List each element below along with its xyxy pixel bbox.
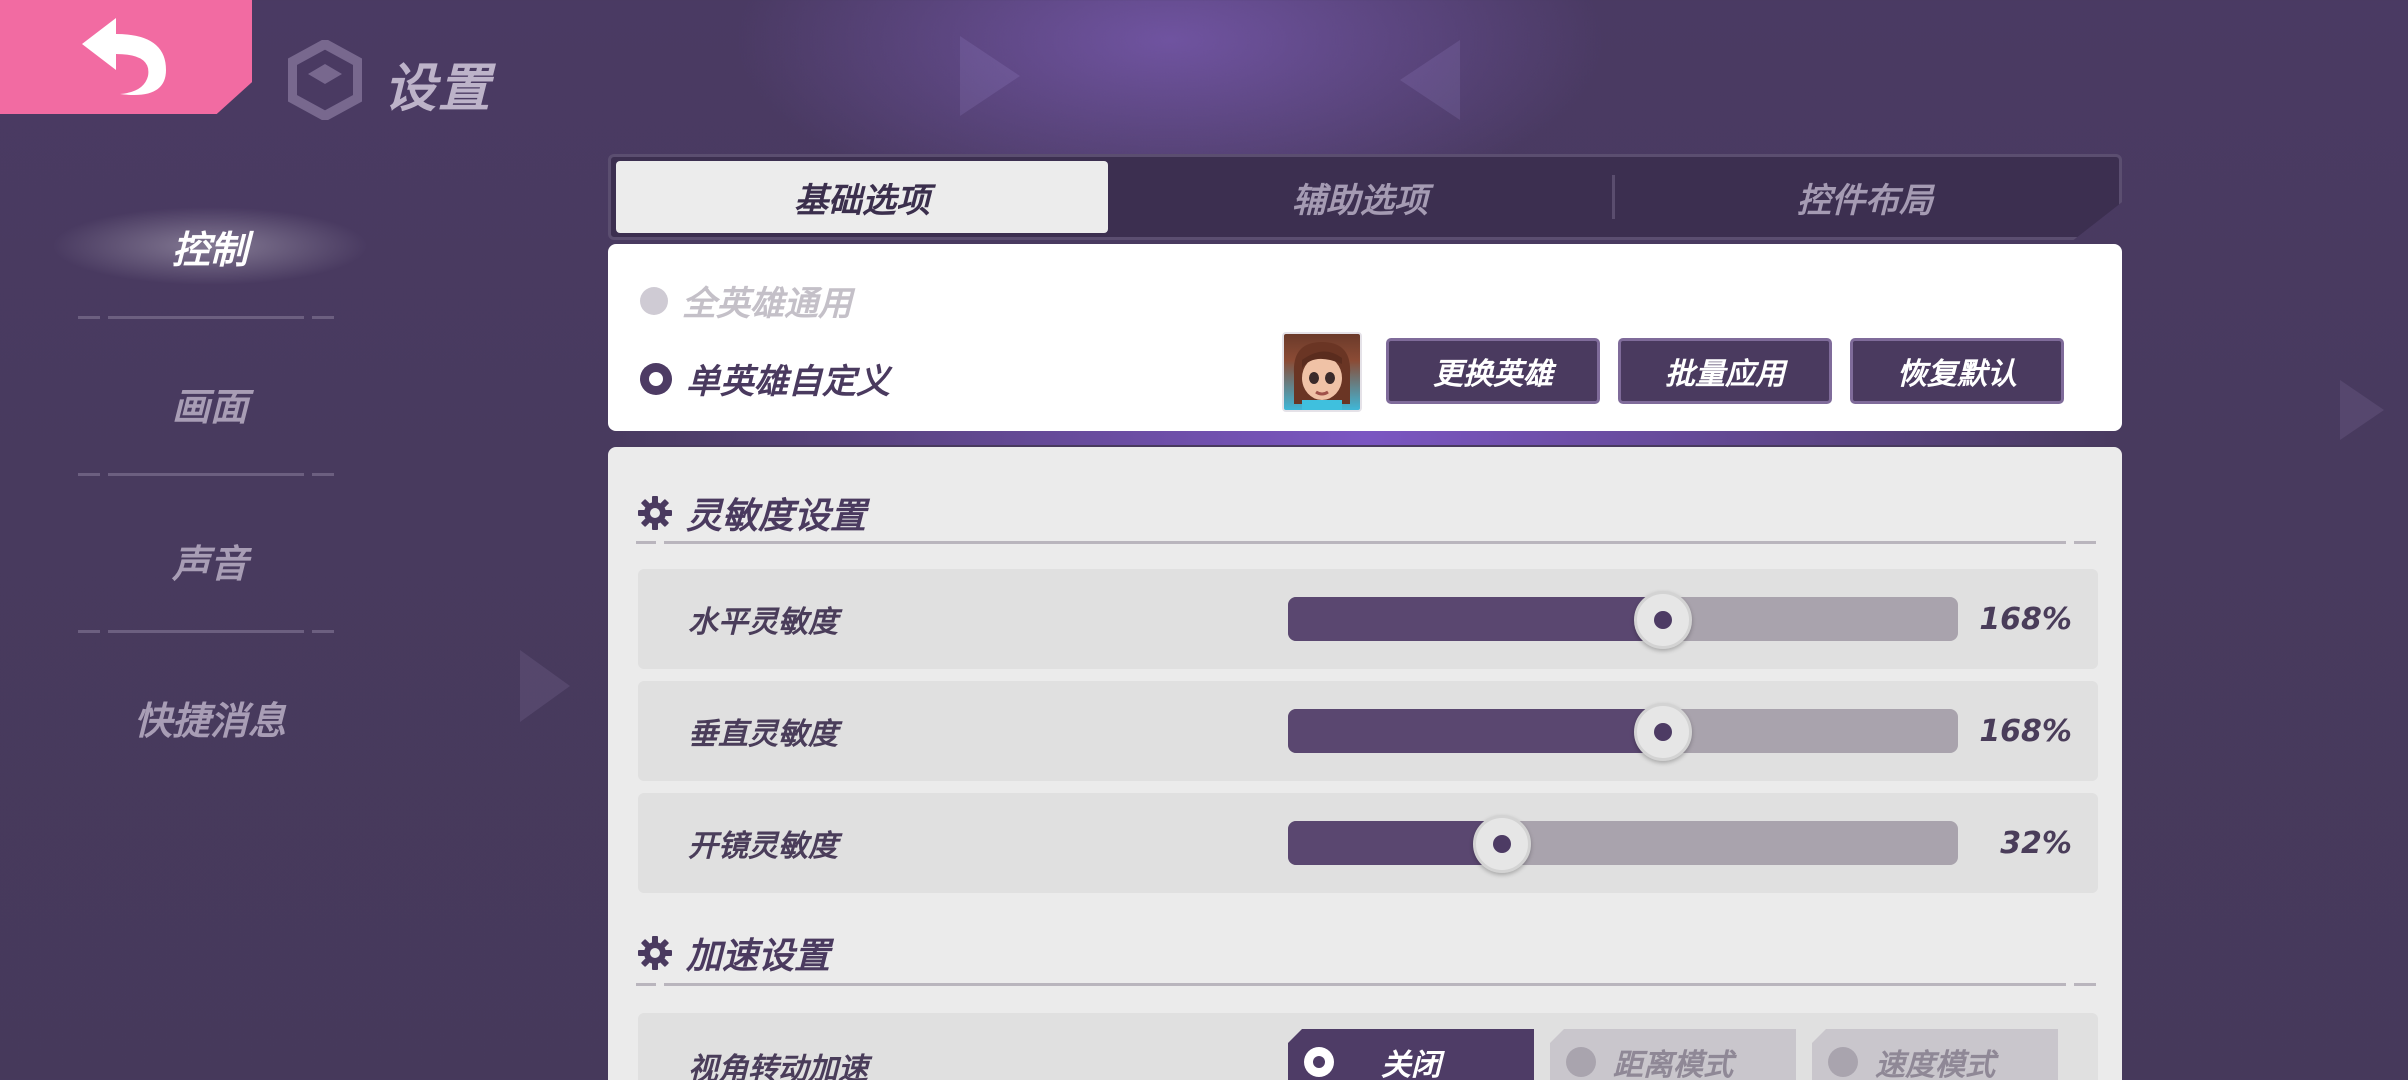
hero-config-card: 全英雄通用 单英雄自定义 更换英雄 批量应用 恢复默认 xyxy=(608,244,2122,431)
hero-avatar[interactable] xyxy=(1282,332,1362,412)
slider-label: 垂直灵敏度 xyxy=(688,717,838,752)
logo-icon xyxy=(288,40,362,120)
tab-assist[interactable]: 辅助选项 xyxy=(1108,161,1612,233)
radio-off-icon xyxy=(640,286,668,315)
section-divider xyxy=(636,541,2096,544)
scope-sensitivity-slider[interactable] xyxy=(1288,815,1958,873)
vertical-sensitivity-slider[interactable] xyxy=(1288,703,1958,761)
slider-row-horizontal: 水平灵敏度 168% xyxy=(638,569,2098,669)
slider-row-vertical: 垂直灵敏度 168% xyxy=(638,681,2098,781)
slider-handle[interactable] xyxy=(1634,703,1693,761)
gear-icon xyxy=(638,496,672,530)
section-divider xyxy=(636,983,2096,986)
restore-default-button[interactable]: 恢复默认 xyxy=(1850,338,2064,404)
acceleration-section-title: 加速设置 xyxy=(638,927,830,979)
settings-nav: 控制 画面 声音 快捷消息 xyxy=(0,168,420,796)
hero-portrait-icon xyxy=(1293,342,1351,410)
nav-divider xyxy=(78,473,334,476)
tab-layout[interactable]: 控件布局 xyxy=(1615,161,2115,233)
accent-strip xyxy=(608,431,2122,445)
slider-label: 开镜灵敏度 xyxy=(688,829,838,864)
page-title: 设置 xyxy=(384,59,493,119)
batch-apply-button[interactable]: 批量应用 xyxy=(1618,338,1832,404)
nav-item-quick-message[interactable]: 快捷消息 xyxy=(0,639,420,796)
tab-basic[interactable]: 基础选项 xyxy=(616,161,1108,233)
radio-on-icon xyxy=(1304,1047,1334,1077)
slider-row-scope: 开镜灵敏度 32% xyxy=(638,793,2098,893)
radio-single-hero[interactable]: 单英雄自定义 xyxy=(640,354,890,403)
radio-off-icon xyxy=(1828,1047,1858,1077)
radio-on-icon xyxy=(640,362,672,395)
radio-all-heroes[interactable]: 全英雄通用 xyxy=(640,276,852,325)
change-hero-button[interactable]: 更换英雄 xyxy=(1386,338,1600,404)
nav-item-display[interactable]: 画面 xyxy=(0,325,420,482)
accel-option-speed[interactable]: 速度模式 xyxy=(1812,1029,2058,1080)
slider-handle[interactable] xyxy=(1634,591,1693,649)
nav-item-sound[interactable]: 声音 xyxy=(0,482,420,639)
slider-label: 水平灵敏度 xyxy=(688,605,838,640)
slider-value: 168% xyxy=(1979,601,2072,637)
tab-bar: 基础选项 辅助选项 控件布局 xyxy=(608,154,2122,240)
acceleration-row: 视角转动加速 关闭 距离模式 速度模式 xyxy=(638,1013,2098,1080)
accel-option-distance[interactable]: 距离模式 xyxy=(1550,1029,1796,1080)
slider-fill xyxy=(1288,709,1664,753)
horizontal-sensitivity-slider[interactable] xyxy=(1288,591,1958,649)
radio-off-icon xyxy=(1566,1047,1596,1077)
gear-icon xyxy=(638,936,672,970)
slider-value: 168% xyxy=(1979,713,2072,749)
sensitivity-section-title: 灵敏度设置 xyxy=(638,487,866,539)
nav-item-control[interactable]: 控制 xyxy=(0,168,420,325)
back-arrow-icon xyxy=(82,18,166,95)
settings-panel: 灵敏度设置 水平灵敏度 168% 垂直灵敏度 168% 开镜灵敏度 32% 加速… xyxy=(608,447,2122,1080)
back-button[interactable] xyxy=(0,0,252,114)
acceleration-label: 视角转动加速 xyxy=(688,1052,868,1080)
accel-option-off[interactable]: 关闭 xyxy=(1288,1029,1534,1080)
slider-fill xyxy=(1288,597,1664,641)
slider-handle[interactable] xyxy=(1473,815,1532,873)
slider-value: 32% xyxy=(2000,825,2072,861)
slider-fill xyxy=(1288,821,1503,865)
nav-divider xyxy=(78,630,334,633)
nav-divider xyxy=(78,316,334,319)
